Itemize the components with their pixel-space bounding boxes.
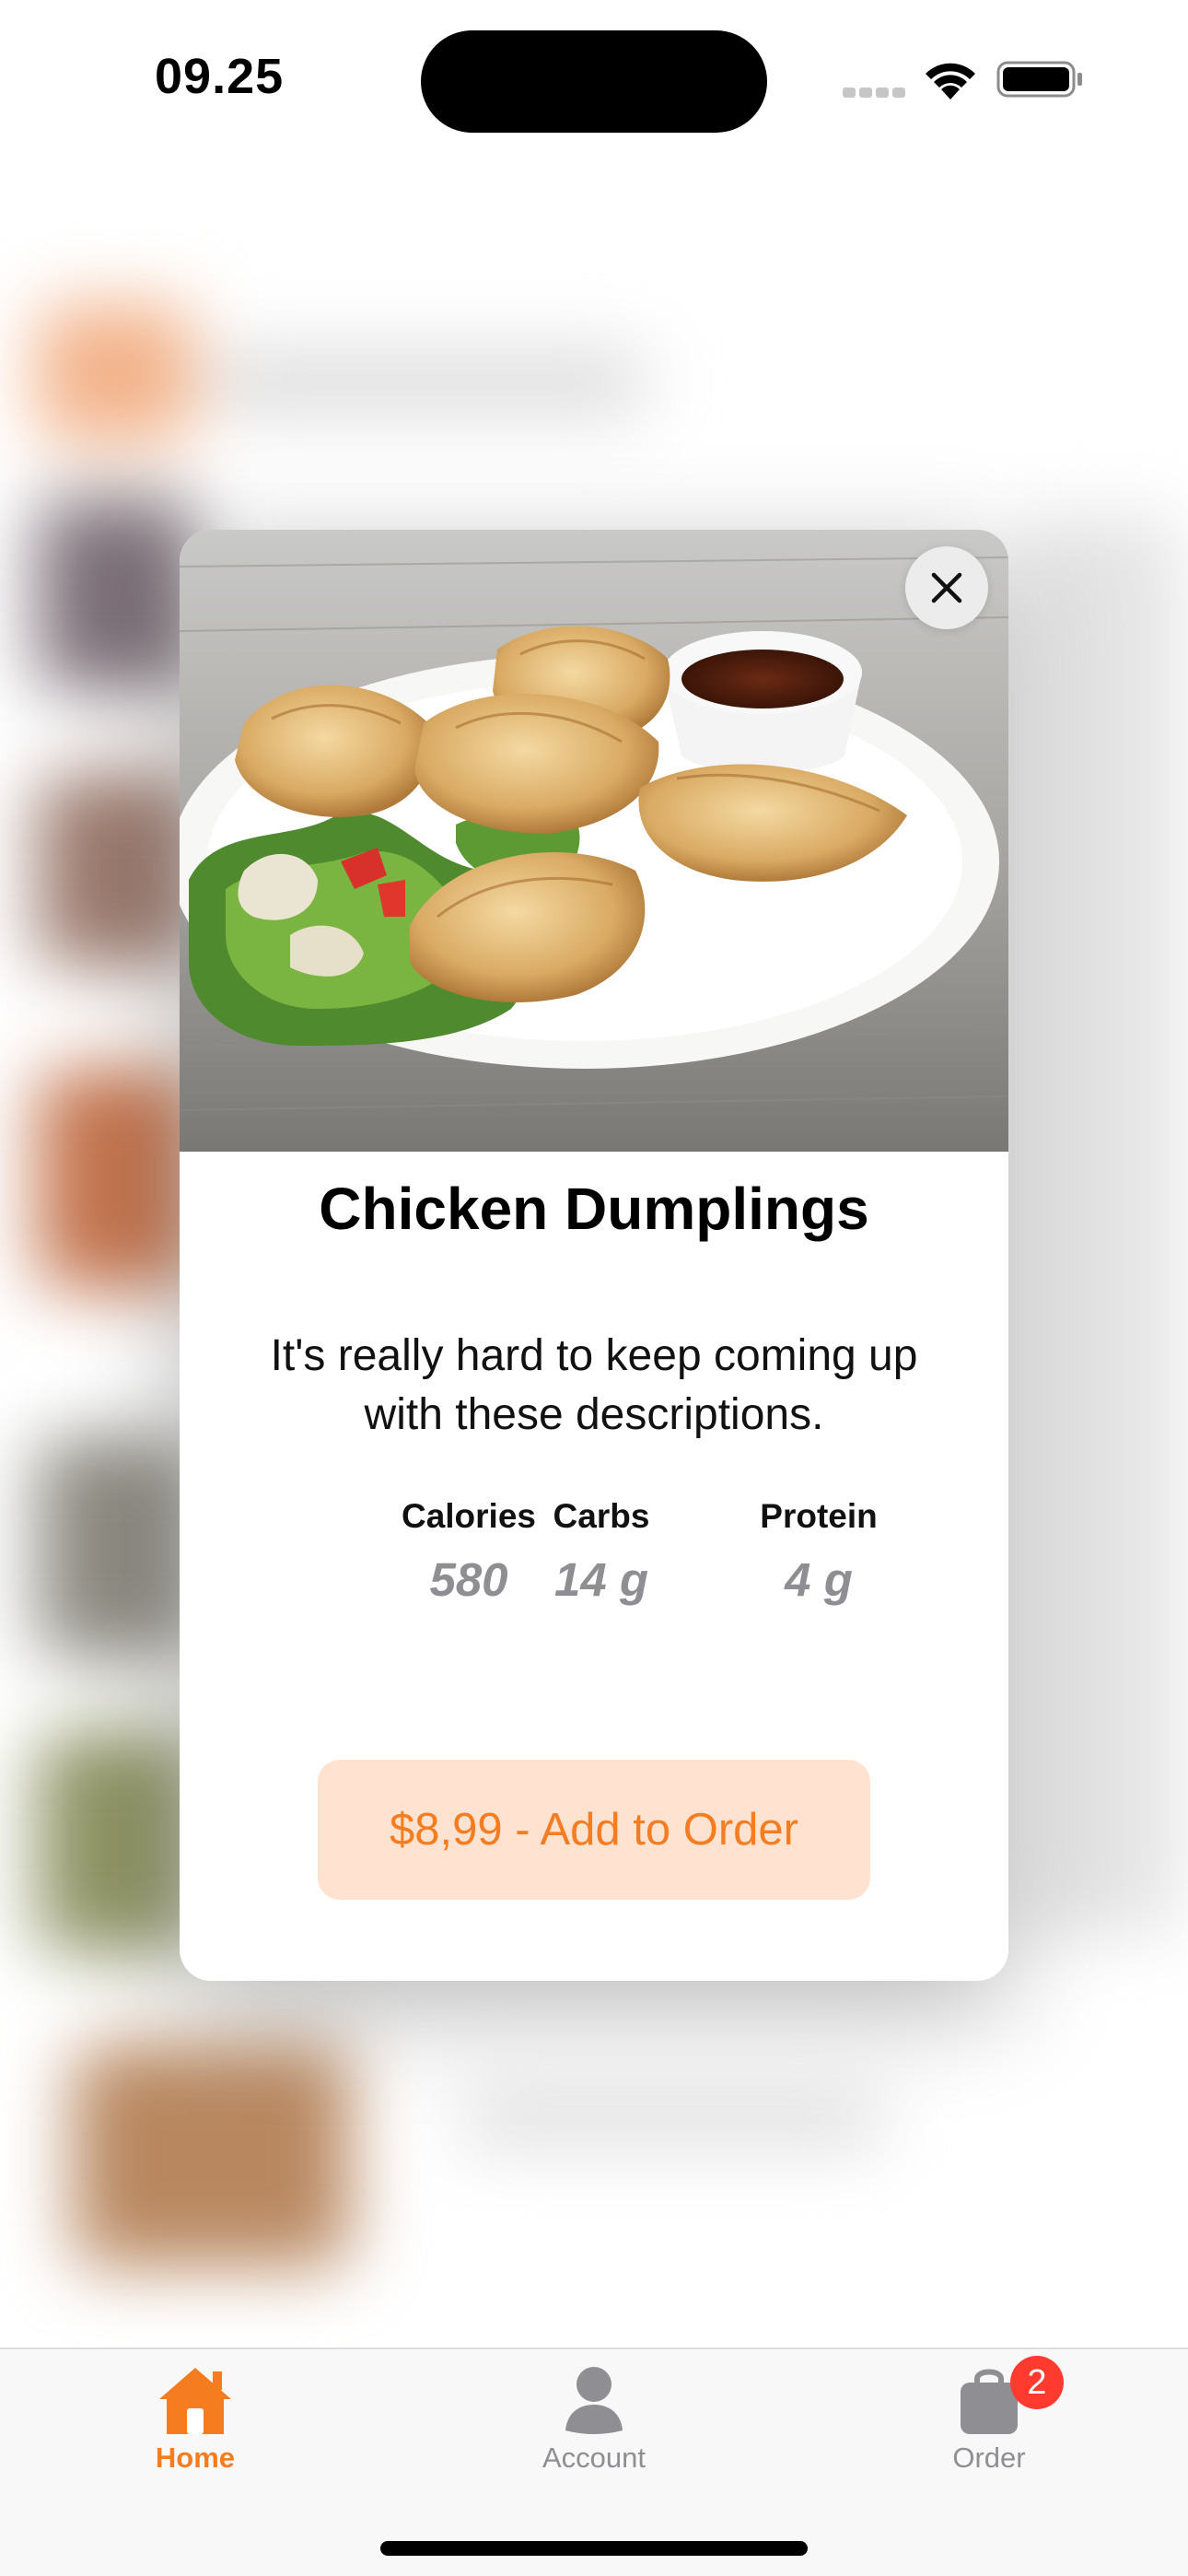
- protein-value: 4 g: [785, 1553, 853, 1606]
- protein-label: Protein: [760, 1497, 878, 1535]
- tab-account[interactable]: Account: [483, 2364, 705, 2502]
- battery-icon: [996, 61, 1082, 98]
- item-description: It's really hard to keep coming up with …: [270, 1331, 918, 1439]
- tab-order[interactable]: Order: [879, 2364, 1100, 2502]
- home-icon: [159, 2368, 231, 2434]
- screen: 09.25 Chicken Dumplings It's really hard…: [0, 0, 1188, 2576]
- wifi-icon: [926, 63, 975, 100]
- close-icon: [931, 572, 962, 603]
- person-icon: [565, 2367, 623, 2434]
- add-to-order-button[interactable]: $8,99 - Add to Order: [318, 1760, 870, 1900]
- dynamic-island: [421, 30, 767, 133]
- item-detail-modal: Chicken Dumplings It's really hard to ke…: [180, 530, 1008, 1981]
- close-button[interactable]: [905, 546, 988, 629]
- tab-home-label: Home: [155, 2441, 236, 2474]
- tab-home[interactable]: Home: [85, 2364, 306, 2502]
- item-title: Chicken Dumplings: [319, 1176, 869, 1242]
- carbs-label: Carbs: [553, 1497, 650, 1535]
- carbs-value: 14 g: [553, 1553, 649, 1606]
- status-time: 09.25: [155, 49, 285, 104]
- nutrition-protein: Protein 4 g: [717, 1497, 920, 1607]
- home-indicator[interactable]: [380, 2541, 808, 2556]
- tab-order-label: Order: [952, 2441, 1026, 2474]
- nutrition-carbs: Carbs 14 g: [500, 1497, 703, 1607]
- order-count-badge: 2: [1010, 2356, 1064, 2409]
- tab-account-label: Account: [542, 2441, 646, 2474]
- food-image: [180, 530, 1008, 1152]
